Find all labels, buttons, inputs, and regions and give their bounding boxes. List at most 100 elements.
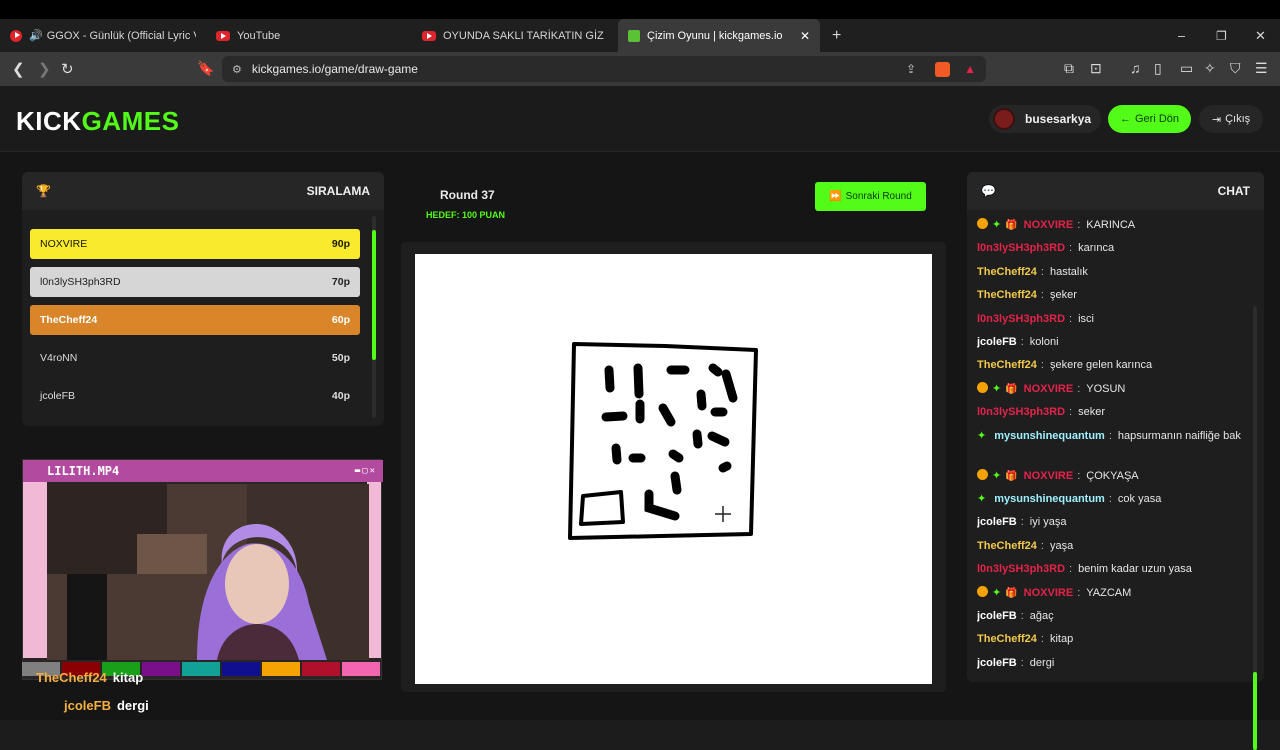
gift-badge-icon: 🎁 [1005,220,1018,231]
screen-top-strip [0,0,1280,19]
chat-title: CHAT [1217,184,1250,198]
kickgames-favicon-icon [628,29,640,42]
screenshot-icon[interactable]: ⊡ [1090,60,1102,77]
chat-text: dergi [1029,656,1055,669]
chat-message: jcoleFB: iyi yaşa [977,514,1242,530]
site-logo[interactable]: KICKGAMES [16,106,179,137]
player-score: 60p [331,314,350,326]
forward-icon[interactable]: ❯ [38,60,51,78]
new-tab-button[interactable]: + [832,19,841,52]
chat-text: cok yasa [1117,493,1162,505]
chat-username[interactable]: NOXVIRE [1024,470,1074,482]
youtube-favicon-icon [422,30,436,41]
share-icon[interactable]: ⇪ [906,62,916,76]
color-swatch[interactable] [342,662,380,676]
drawing-canvas[interactable] [415,254,932,684]
chat-username[interactable]: mysunshinequantum [994,493,1105,505]
drawing-area [401,242,946,692]
leaderboard-scroll-thumb[interactable] [372,230,376,360]
browser-tab[interactable]: OYUNDA SAKLI TARİKATIN GİZLİ SIRI [422,19,604,52]
chat-username[interactable]: TheCheff24 [977,540,1037,552]
video-title: LILITH.MP4 [47,464,120,478]
logout-button[interactable]: ⇥ Çıkış [1199,105,1263,133]
youtube-favicon-icon [10,29,22,42]
chat-username[interactable]: l0n3lySH3ph3RD [977,242,1065,254]
browser-tab[interactable]: YouTube [216,19,396,52]
chat-separator: : [1077,219,1081,231]
chat-separator: : [1108,429,1112,442]
bookmark-icon[interactable]: 🔖 [197,60,214,77]
leo-ai-icon[interactable]: ✧ [1204,60,1216,77]
media-icon[interactable]: ♫ [1130,60,1141,76]
player-score: 90p [331,238,350,250]
brave-shield-icon[interactable] [935,61,950,77]
chat-username[interactable]: jcoleFB [977,657,1017,669]
browser-toolbar: ❮ ❯ ↻ 🔖 ⚙ kickgames.io/game/draw-game ⇪ … [0,52,1280,86]
chat-username[interactable]: TheCheff24 [977,289,1037,301]
site-settings-icon[interactable]: ⚙ [232,63,242,76]
chat-separator: : [1077,382,1081,395]
leaderboard-header: 🏆 SIRALAMA [22,172,384,210]
reload-icon[interactable]: ↻ [61,60,74,78]
leaderboard-row: jcoleFB 40p [30,381,360,411]
chat-message: ✦ 🎁 NOXVIRE: YAZCAM [977,585,1242,602]
chat-username[interactable]: TheCheff24 [977,359,1037,371]
browser-tab-active[interactable]: Çizim Oyunu | kickgames.io ✕ [618,19,820,52]
chat-text: benim kadar uzun yasa [1078,563,1192,576]
chat-username[interactable]: l0n3lySH3ph3RD [977,406,1065,418]
trophy-icon: 🏆 [36,184,51,198]
logo-kick: KICK [16,106,82,136]
chat-username[interactable]: l0n3lySH3ph3RD [977,563,1065,575]
chat-username[interactable]: NOXVIRE [1024,587,1074,599]
next-round-button[interactable]: ⏩ Sonraki Round [815,182,926,211]
chat-scrollbar[interactable] [1253,306,1257,676]
chat-text: ağaç [1029,610,1054,622]
wallet-icon[interactable]: ▭ [1180,60,1193,77]
sidebar-icon[interactable]: ▯ [1154,60,1162,77]
speaker-icon[interactable]: 🔊 [29,29,43,42]
restore-icon[interactable]: ❐ [1216,19,1227,52]
sparkle-badge-icon: ✦ [992,586,1002,599]
chat-message: ✦ 🎁 NOXVIRE: ÇOKYAŞA [977,468,1242,485]
webcam-feed [47,484,369,660]
chat-username[interactable]: TheCheff24 [977,633,1037,645]
chat-separator: : [1020,336,1024,348]
color-swatch[interactable] [262,662,300,676]
chat-separator: : [1020,656,1024,669]
chat-message: jcoleFB: dergi [977,655,1242,671]
chat-separator: : [1020,516,1024,529]
chat-username[interactable]: jcoleFB [977,336,1017,348]
browser-tab[interactable]: 🔊 GGOX - Günlük (Official Lyric Vid [10,19,196,52]
drawing-sketch [568,342,758,540]
color-swatch[interactable] [302,662,340,676]
coin-badge-icon [977,468,988,480]
close-tab-icon[interactable]: ✕ [800,29,810,43]
site-root: KICKGAMES busesarkya ← Geri Dön ⇥ Çıkış … [0,86,1280,750]
chat-username[interactable]: mysunshinequantum [994,430,1105,442]
color-swatch[interactable] [182,662,220,676]
chat-text: seker [1078,406,1105,419]
gift-badge-icon: 🎁 [1005,470,1018,482]
extensions-icon[interactable]: ⧉ [1064,60,1074,77]
video-title-bar: LILITH.MP4 ▬▢✕ [23,460,383,482]
chat-username[interactable]: jcoleFB [977,610,1017,622]
chat-username[interactable]: l0n3lySH3ph3RD [977,313,1065,325]
color-swatch[interactable] [142,662,180,676]
sparkle-badge-icon: ✦ [977,429,987,442]
brave-rewards-icon[interactable]: ▲ [964,62,976,76]
chat-username[interactable]: TheCheff24 [977,266,1037,278]
vpn-icon[interactable]: ⛉ [1230,60,1241,77]
chat-username[interactable]: NOXVIRE [1024,219,1074,231]
chat-scroll-thumb[interactable] [1253,672,1257,750]
back-button[interactable]: ← Geri Dön [1108,105,1191,133]
close-window-icon[interactable]: ✕ [1255,19,1266,52]
user-profile[interactable]: busesarkya [989,105,1102,133]
chat-username[interactable]: NOXVIRE [1024,383,1074,395]
player-name: jcoleFB [40,390,76,402]
menu-icon[interactable]: ☰ [1255,60,1268,77]
chat-username[interactable]: jcoleFB [977,516,1017,528]
address-bar[interactable]: ⚙ kickgames.io/game/draw-game ⇪ ▲ [222,56,986,82]
color-swatch[interactable] [222,662,260,676]
minimize-icon[interactable]: – [1178,19,1185,52]
back-icon[interactable]: ❮ [12,60,25,78]
